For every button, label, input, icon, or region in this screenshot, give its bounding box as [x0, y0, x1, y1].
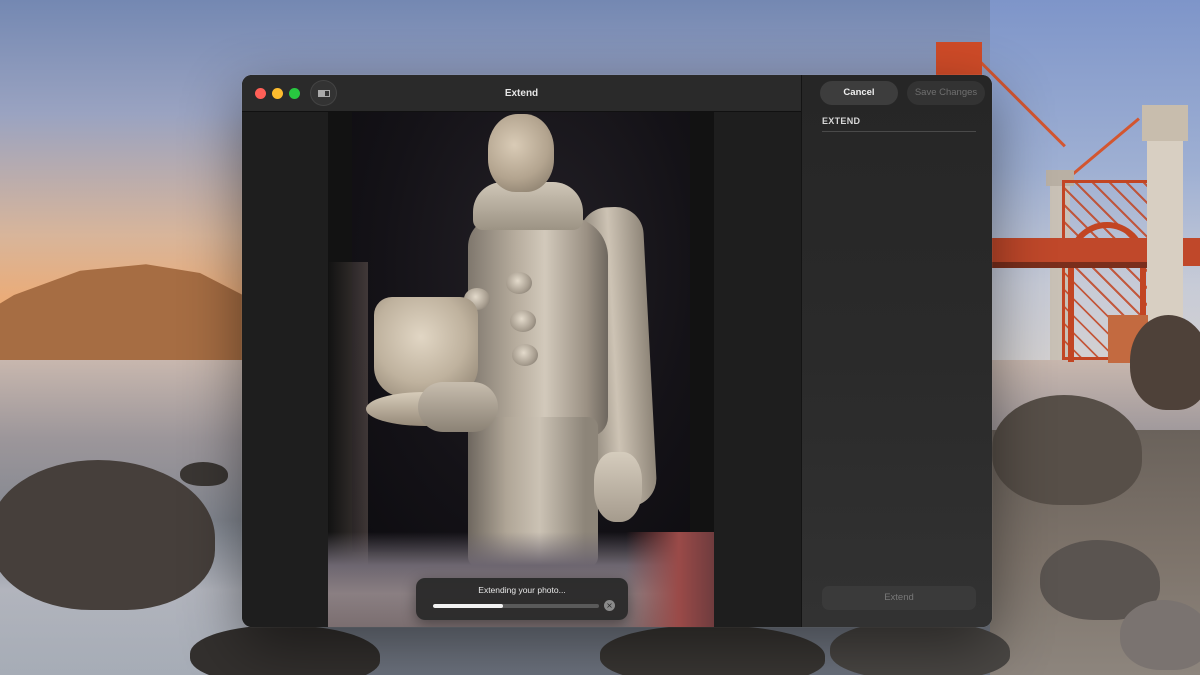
suit-connector: [512, 344, 538, 366]
progress-bar: [433, 604, 599, 608]
bridge-tower: [936, 42, 982, 78]
section-divider: [822, 131, 976, 132]
title-bar[interactable]: Extend: [242, 75, 801, 112]
generated-extension-right: [626, 532, 714, 627]
editor-main-area: Extend Extending your photo... ×: [242, 75, 801, 627]
bridge-deck-shadow: [990, 262, 1150, 268]
suit-connector: [506, 272, 532, 294]
progress-label: Extending your photo...: [478, 585, 566, 595]
x-circle-icon[interactable]: ×: [604, 600, 615, 611]
statue-head: [488, 114, 554, 192]
adjustments-sidebar: Cancel Save Changes EXTEND Extend: [801, 75, 992, 627]
wallpaper-rock: [1120, 600, 1200, 670]
extend-button[interactable]: Extend: [822, 586, 976, 610]
suit-connector: [510, 310, 536, 332]
statue-hand: [594, 452, 642, 522]
extend-progress-panel: Extending your photo... ×: [416, 578, 628, 620]
wallpaper-rock: [180, 462, 228, 486]
progress-bar-fill: [433, 604, 503, 608]
extend-window: Extend Extending your photo... × Cancel …: [242, 75, 992, 627]
cancel-button[interactable]: Cancel: [820, 81, 898, 105]
wallpaper-rock: [1130, 315, 1200, 410]
window-title: Extend: [504, 88, 539, 99]
section-title-extend: EXTEND: [822, 116, 861, 126]
save-changes-button[interactable]: Save Changes: [907, 81, 985, 105]
statue-arm: [418, 382, 498, 432]
bridge-tower-cap: [1142, 105, 1188, 141]
wallpaper-rock: [992, 395, 1142, 505]
photo-canvas[interactable]: [328, 112, 714, 627]
